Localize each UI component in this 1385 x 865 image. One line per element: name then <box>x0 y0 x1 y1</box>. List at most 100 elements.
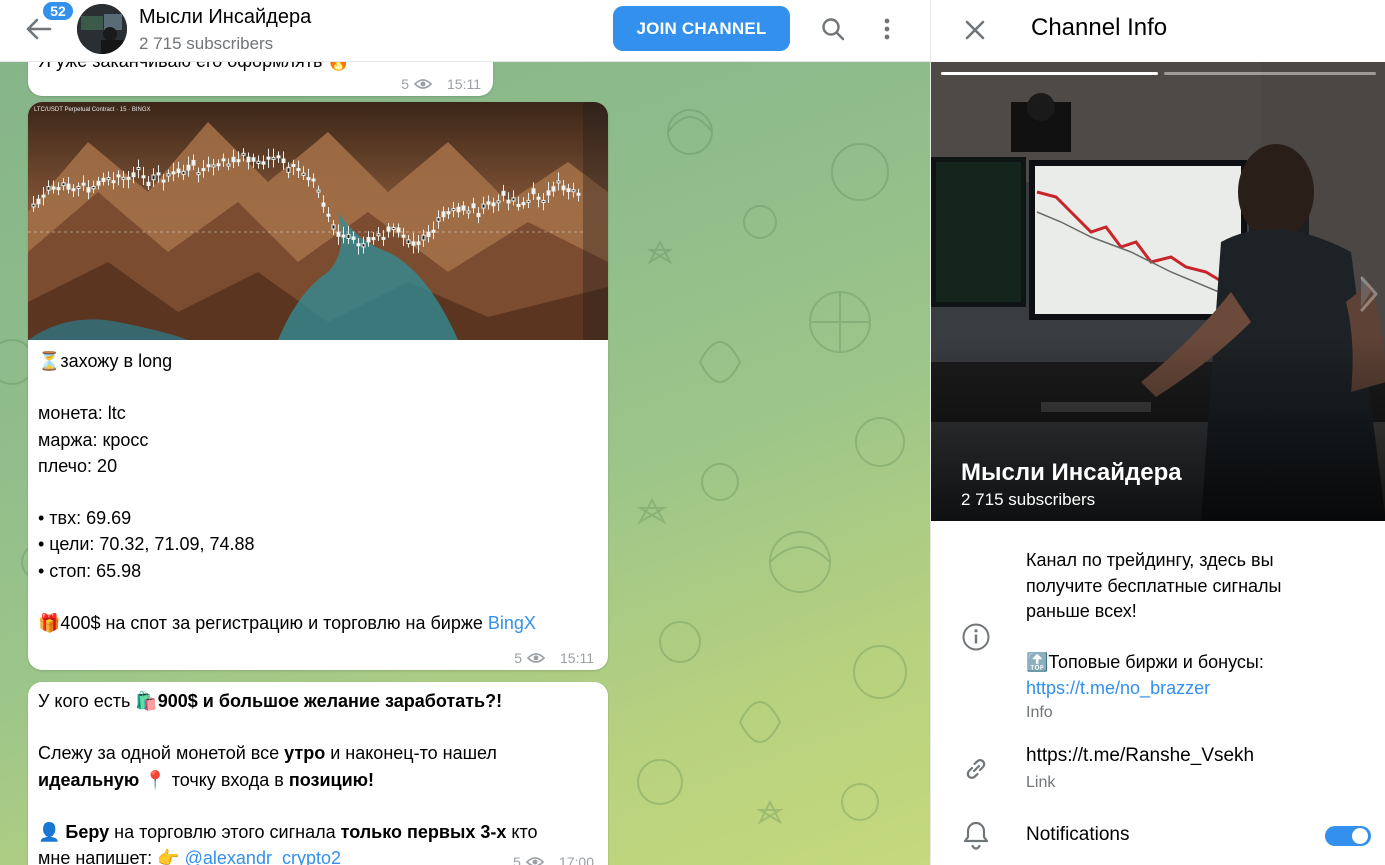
candle-body <box>456 206 461 213</box>
candle-body <box>101 177 106 182</box>
chat-panel: 52 Мысли Инсайдера 2 715 subscribers JOI… <box>0 0 930 865</box>
candle-body <box>131 172 136 178</box>
candle-body <box>166 173 171 177</box>
offer-p2f: позицию! <box>288 769 375 790</box>
candle-body <box>511 197 516 202</box>
signal-intro: захожу в long <box>60 351 173 371</box>
offer-p3b: на торговлю этого сигнала <box>109 822 341 843</box>
candle-body <box>496 200 501 204</box>
more-menu-button[interactable] <box>872 14 902 44</box>
signal-leverage: плечо: 20 <box>38 455 118 476</box>
candle-body <box>261 161 266 165</box>
candle-body <box>486 201 491 205</box>
channel-link[interactable]: https://t.me/Ranshe_Vsekh <box>1026 745 1254 767</box>
promo-text: 400$ на спот за регистрацию и торговлю н… <box>60 613 488 634</box>
bingx-link[interactable]: BingX <box>488 613 536 633</box>
candle-body <box>441 211 446 218</box>
candle-body <box>76 185 81 189</box>
join-channel-button[interactable]: JOIN CHANNEL <box>613 6 790 51</box>
message-bubble[interactable]: Я уже заканчиваю его оформлять 🔥 5 15:11 <box>28 62 493 96</box>
channel-name: Мысли Инсайдера <box>961 459 1182 486</box>
candle-body <box>181 170 186 175</box>
candle-body <box>296 168 301 172</box>
channel-info-panel: Channel Info Мысли Инсайдера 2 715 subsc… <box>930 0 1385 865</box>
candle-body <box>111 180 116 184</box>
candle-body <box>366 237 371 243</box>
candle-body <box>96 180 101 186</box>
close-info-button[interactable] <box>959 14 991 46</box>
next-photo-button[interactable] <box>1356 274 1380 319</box>
search-button[interactable] <box>818 14 848 44</box>
channel-photo[interactable]: Мысли Инсайдера 2 715 subscribers <box>931 62 1385 521</box>
notifications-toggle[interactable] <box>1325 826 1371 846</box>
candle-body <box>206 164 211 168</box>
candle-body <box>81 182 86 186</box>
close-icon <box>965 20 985 40</box>
candle-body <box>226 163 231 167</box>
views-eye-icon <box>525 857 544 865</box>
view-count: 5 <box>513 854 521 865</box>
candle-body <box>281 158 286 164</box>
candle-body <box>531 188 536 195</box>
bell-icon <box>959 818 993 852</box>
offer-p2e: точку входа в <box>166 769 289 790</box>
view-count: 5 <box>514 650 522 666</box>
candle-body <box>491 202 496 207</box>
offer-p3c: только первых 3-х <box>340 822 507 843</box>
message-bubble-signal[interactable]: LTC/USDT Perpetual Contract · 15 · BINGX… <box>28 102 608 670</box>
description-text: Канал по трейдингу, здесь вы получите бе… <box>1026 550 1287 621</box>
candle-body <box>316 189 321 193</box>
candle-body <box>271 156 276 160</box>
candle-body <box>31 203 36 208</box>
pointing-emoji: 👉 <box>157 848 180 865</box>
offer-p3d: кто <box>506 822 538 843</box>
message-bubble-offer[interactable]: У кого есть 🛍️900$ и большое желание зар… <box>28 682 608 865</box>
candle-body <box>191 159 196 166</box>
candle-body <box>286 167 291 173</box>
candle-body <box>541 199 546 203</box>
candle-body <box>136 167 141 171</box>
candle-body <box>41 194 46 198</box>
channel-avatar[interactable] <box>77 4 127 54</box>
toggle-knob <box>1350 826 1370 846</box>
chat-title-block[interactable]: Мысли Инсайдера 2 715 subscribers <box>139 6 311 54</box>
person-emoji: 👤 <box>38 822 61 843</box>
candle-body <box>381 236 386 240</box>
candle-body <box>211 164 216 168</box>
candle-body <box>401 234 406 238</box>
candle-body <box>291 163 296 167</box>
candle-body <box>371 237 376 241</box>
view-count: 5 <box>401 76 409 92</box>
signal-targets: • цели: 70.32, 71.09, 74.88 <box>38 534 255 555</box>
candle-body <box>151 174 156 181</box>
offer-p1a: У кого есть <box>38 691 136 711</box>
gift-emoji: 🎁 <box>38 613 61 634</box>
candle-body <box>481 203 486 209</box>
unread-badge: 52 <box>41 0 75 22</box>
candle-body <box>346 233 351 239</box>
exchanges-label: Топовые биржи и бонусы: <box>1048 652 1264 672</box>
candle-body <box>156 172 161 176</box>
candle-body <box>546 190 551 196</box>
candle-body <box>86 187 91 193</box>
mention-link[interactable]: @alexandr_crypto2 <box>185 848 341 865</box>
link-caption: Link <box>1026 774 1056 791</box>
candle-body <box>406 239 411 245</box>
info-caption: Info <box>1026 704 1053 721</box>
candle-body <box>36 198 41 205</box>
candle-body <box>146 181 151 187</box>
chart-image[interactable]: LTC/USDT Perpetual Contract · 15 · BINGX <box>28 102 608 340</box>
candle-body <box>56 187 61 191</box>
candle-body <box>576 192 581 196</box>
shopping-emoji: 🛍️ <box>135 691 158 711</box>
signal-coin: монета: ltc <box>38 403 126 424</box>
channel-description: Канал по трейдингу, здесь вы получите бе… <box>1026 548 1346 701</box>
candle-body <box>51 186 56 190</box>
candle-body <box>356 243 361 247</box>
exchanges-link[interactable]: https://t.me/no_brazzer <box>1026 678 1210 698</box>
offer-p2b: утро <box>284 743 326 764</box>
signal-text: ⏳захожу в long монета: ltc маржа: кросс … <box>38 348 598 636</box>
candle-body <box>551 186 556 192</box>
candle-body <box>126 176 131 180</box>
channel-photo-image <box>931 62 1385 521</box>
